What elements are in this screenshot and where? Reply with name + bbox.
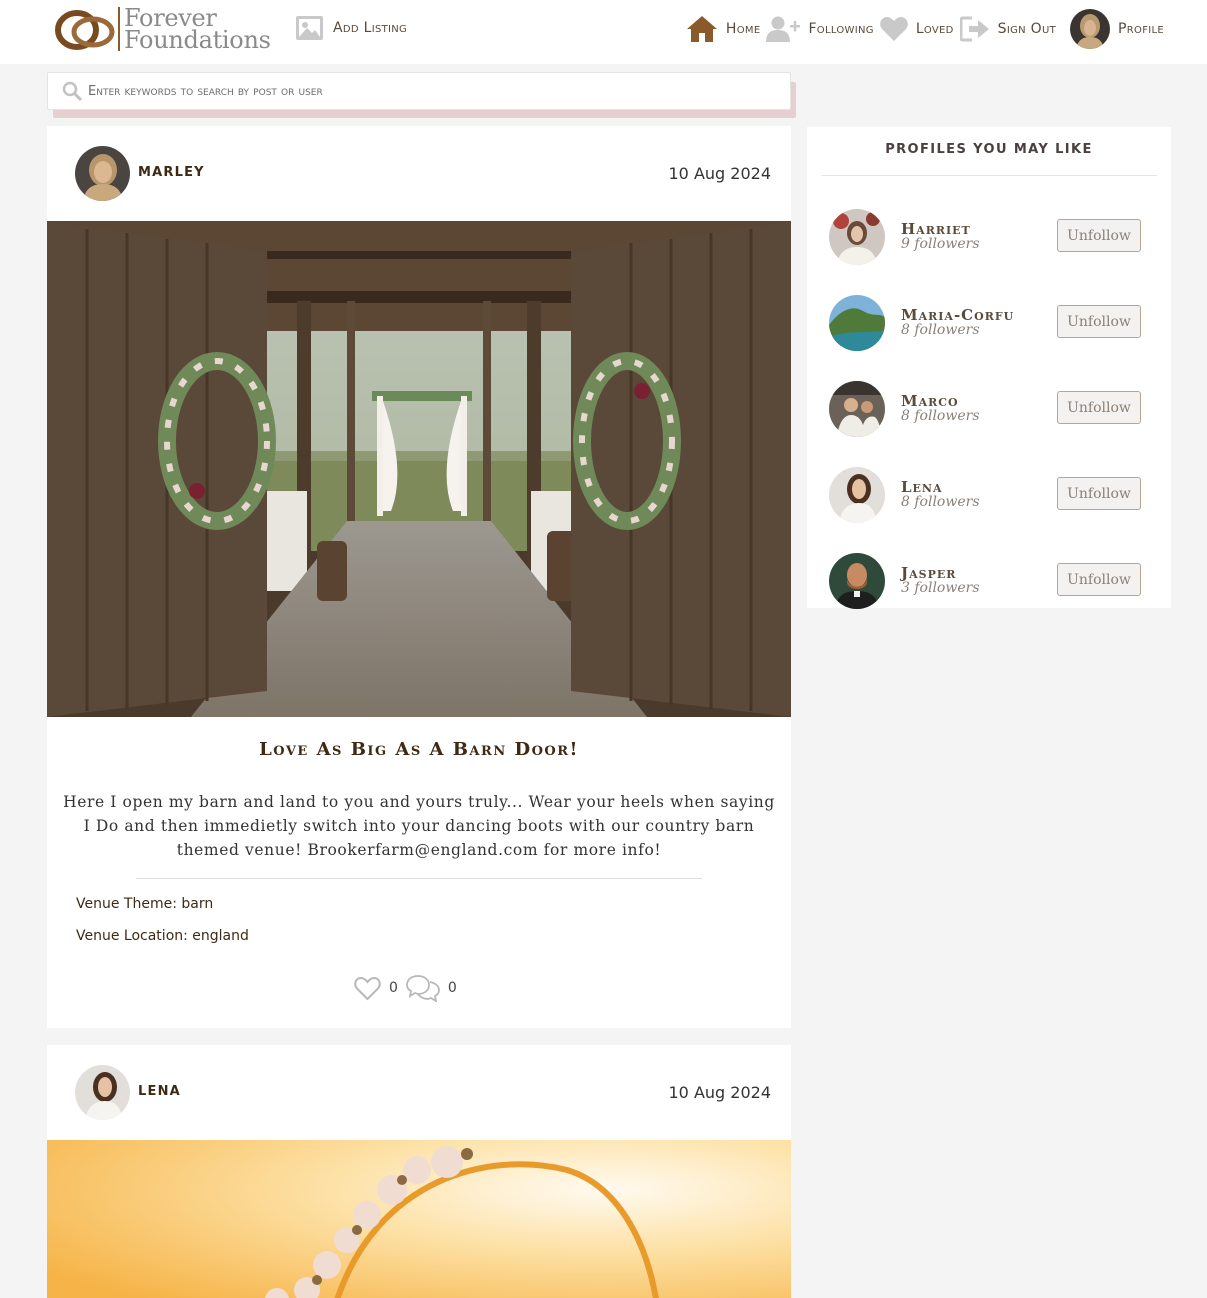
like-heart-icon[interactable] [354, 976, 381, 1001]
profile-avatar[interactable] [829, 553, 885, 609]
post-date: 10 Aug 2024 [668, 1083, 772, 1102]
suggested-profile: Maria-Corfu 8 followers Unfollow [829, 295, 1149, 351]
unfollow-button[interactable]: Unfollow [1057, 219, 1141, 252]
navbar: Forever Foundations Add Listing Home Fol… [0, 0, 1207, 64]
suggested-profile: Harriet 9 followers Unfollow [829, 209, 1149, 265]
home-icon [686, 16, 717, 42]
post-actions: 0 0 [354, 974, 465, 1002]
nav-home[interactable]: Home [686, 15, 761, 43]
rings-logo-icon [55, 10, 115, 50]
post-image-floral-arch[interactable] [47, 1140, 791, 1298]
nav-profile[interactable]: Profile [1062, 9, 1164, 49]
profile-avatar[interactable] [829, 295, 885, 351]
suggested-profile: Lena 8 followers Unfollow [829, 467, 1149, 523]
venue-theme: Venue Theme: barn [76, 896, 214, 912]
brand-name: Forever Foundations [124, 6, 271, 54]
post-image-barn-venue[interactable] [47, 221, 791, 717]
comment-count: 0 [447, 980, 457, 996]
profile-avatar[interactable] [829, 381, 885, 437]
nav-home-label: Home [725, 21, 761, 37]
post-header: LENA 10 Aug 2024 [47, 1045, 791, 1140]
nav-following-label: Following [808, 21, 874, 37]
sign-out-icon [959, 16, 989, 42]
nav-add-listing[interactable]: Add Listing [296, 16, 407, 40]
like-count: 0 [389, 980, 398, 996]
unfollow-button[interactable]: Unfollow [1057, 391, 1141, 424]
post-date: 10 Aug 2024 [668, 164, 772, 183]
nav-profile-label: Profile [1118, 21, 1164, 37]
venue-location: Venue Location: england [76, 928, 249, 944]
sidebar-divider [821, 175, 1157, 176]
search-icon [62, 81, 82, 101]
brand-name-line2: Foundations [124, 26, 271, 54]
nav-following[interactable]: Following [766, 15, 874, 43]
post-card: LENA 10 Aug 2024 [47, 1045, 791, 1298]
profile-followers: 8 followers [901, 408, 980, 424]
post-author-name[interactable]: MARLEY [138, 165, 205, 180]
nav-loved[interactable]: Loved [879, 16, 954, 42]
search-bar [47, 72, 796, 118]
heart-icon [879, 17, 908, 41]
profile-avatar [1070, 9, 1111, 49]
nav-loved-label: Loved [915, 21, 954, 37]
profile-avatar[interactable] [829, 467, 885, 523]
unfollow-button[interactable]: Unfollow [1057, 477, 1141, 510]
logo-divider [118, 7, 120, 51]
profile-followers: 8 followers [901, 494, 980, 510]
search-input[interactable] [88, 83, 768, 99]
profile-followers: 9 followers [901, 236, 980, 252]
user-plus-icon [766, 16, 801, 42]
post-header: MARLEY 10 Aug 2024 [47, 126, 791, 221]
nav-sign-out-label: Sign Out [997, 21, 1057, 37]
post-description: Here I open my barn and land to you and … [63, 793, 775, 859]
post-divider [136, 878, 702, 879]
brand-logo[interactable]: Forever Foundations [53, 5, 271, 53]
post-venue-details: Venue Theme: barn Venue Location: englan… [76, 896, 791, 944]
profile-followers: 3 followers [901, 580, 980, 596]
unfollow-button[interactable]: Unfollow [1057, 563, 1141, 596]
profile-avatar[interactable] [829, 209, 885, 265]
nav-add-listing-label: Add Listing [333, 20, 408, 36]
nav-right: Home Following Loved Sign Out Profile [680, 8, 1164, 50]
post-author-avatar[interactable] [75, 146, 130, 201]
post-title: Love As Big As A Barn Door! [259, 739, 579, 760]
post-author-name[interactable]: LENA [138, 1084, 181, 1099]
nav-sign-out[interactable]: Sign Out [959, 16, 1057, 42]
sidebar-title: PROFILES YOU MAY LIKE [885, 142, 1093, 157]
post-author-avatar[interactable] [75, 1065, 130, 1120]
profiles-sidebar: PROFILES YOU MAY LIKE Harriet 9 follower… [807, 127, 1171, 609]
suggested-profile: Jasper 3 followers Unfollow [829, 553, 1149, 609]
unfollow-button[interactable]: Unfollow [1057, 305, 1141, 338]
profile-followers: 8 followers [901, 322, 980, 338]
comments-icon[interactable] [406, 974, 440, 1002]
search-box[interactable] [47, 72, 791, 110]
suggested-profile: Marco 8 followers Unfollow [829, 381, 1149, 437]
image-icon [296, 16, 323, 40]
post-card: MARLEY 10 Aug 2024 Love As Big As A Barn… [47, 126, 791, 1028]
